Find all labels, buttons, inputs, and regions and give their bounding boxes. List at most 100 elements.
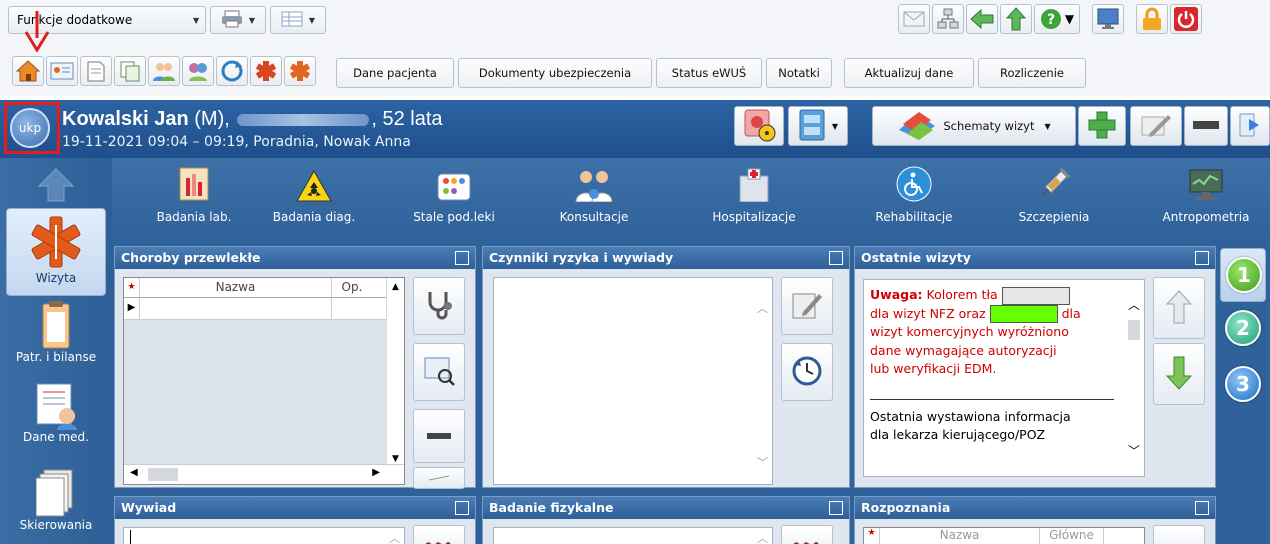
column-op[interactable]: Op. [332, 278, 372, 297]
chronic-diseases-table[interactable]: ★ Nazwa Op. ▶ ▲ ▼ ◀ ▶ [123, 277, 405, 485]
people-button[interactable] [148, 56, 180, 86]
table-row[interactable]: ▶ [124, 298, 404, 320]
help-button[interactable]: ? ▼ [1034, 4, 1080, 34]
page-1-tab[interactable]: 1 [1220, 248, 1266, 302]
nav-item-medical-data[interactable]: Dane med. [0, 382, 112, 456]
vertical-scrollbar[interactable]: ▲ ▼ [386, 278, 404, 466]
remove-disease-button[interactable] [413, 409, 465, 463]
tool-anthropometry[interactable]: Antropometria [1146, 164, 1266, 224]
maximize-icon[interactable] [455, 251, 469, 265]
maximize-icon[interactable] [1195, 251, 1209, 265]
screen-button[interactable] [1092, 4, 1124, 34]
medical-star-2-button[interactable] [284, 56, 316, 86]
visit-schemes-button[interactable]: Schematy wizyt ▼ [872, 106, 1076, 146]
monitor-icon [1146, 164, 1266, 202]
home-button[interactable] [12, 56, 44, 86]
table-cell[interactable] [332, 298, 372, 319]
monitor-icon [1097, 8, 1119, 30]
maximize-icon[interactable] [455, 501, 469, 515]
copy-button[interactable] [114, 56, 146, 86]
risk-factors-textarea[interactable]: ︿ ﹀ [493, 277, 773, 485]
nav-up-arrow-icon[interactable] [37, 168, 75, 205]
edit-disease-button[interactable] [413, 467, 465, 489]
scroll-up-icon[interactable]: ︿ [1128, 296, 1140, 315]
remove-button[interactable] [1184, 106, 1228, 146]
alert-button[interactable] [734, 106, 784, 146]
visit-down-button[interactable] [1153, 343, 1205, 405]
last-info-line-1[interactable]: Ostatnia wystawiona informacja [870, 408, 1126, 427]
ewus-status-button[interactable]: Status eWUŚ [656, 58, 762, 88]
scroll-up-icon[interactable]: ︿ [389, 530, 400, 544]
last-visits-list[interactable]: Uwaga: Kolorem tła dla wizyt NFZ oraz dl… [863, 279, 1145, 477]
layout-button[interactable]: ▼ [270, 6, 326, 34]
network-button[interactable] [932, 4, 964, 34]
next-button[interactable] [1230, 106, 1270, 146]
history-search-button[interactable] [413, 343, 465, 401]
stethoscope-button[interactable] [413, 277, 465, 335]
row-pointer-icon: ▶ [124, 298, 140, 319]
maximize-icon[interactable] [1195, 501, 1209, 515]
insurance-documents-button[interactable]: Dokumenty ubezpieczenia [458, 58, 652, 88]
highlight-box [4, 102, 60, 154]
interview-template-button[interactable] [413, 525, 465, 544]
tool-lab-tests[interactable]: Badania lab. [134, 164, 254, 224]
main-toolbar: Funkcje dodatkowe ▼ ▼ ▼ ? ▼ Dane pacjent… [0, 0, 1270, 96]
table-cell[interactable] [140, 298, 332, 319]
physical-exam-textarea[interactable]: ︿ [493, 527, 773, 544]
power-button[interactable] [1170, 4, 1202, 34]
scroll-down-icon[interactable]: ﹀ [757, 454, 768, 470]
maximize-icon[interactable] [829, 501, 843, 515]
mail-button[interactable] [898, 4, 930, 34]
physical-template-button[interactable] [781, 525, 833, 544]
column-name[interactable]: Nazwa [140, 278, 332, 297]
interview-textarea[interactable]: ︿ [123, 527, 405, 544]
column-name[interactable]: Nazwa [880, 528, 1040, 544]
last-info-line-2[interactable]: dla lekarza kierującego/POZ [870, 426, 1126, 445]
up-button[interactable] [1000, 4, 1032, 34]
print-button[interactable]: ▼ [210, 6, 266, 34]
update-data-button[interactable]: Aktualizuj dane [844, 58, 974, 88]
scroll-right-icon[interactable]: ▶ [372, 467, 380, 478]
page-2-button[interactable]: 2 [1225, 310, 1261, 346]
maximize-icon[interactable] [829, 251, 843, 265]
medical-star-button[interactable] [250, 56, 282, 86]
tool-permanent-meds[interactable]: Stale pod.leki [394, 164, 514, 224]
add-button[interactable] [1078, 106, 1126, 146]
settlement-button[interactable]: Rozliczenie [978, 58, 1086, 88]
notes-text-button[interactable]: Notatki [766, 58, 832, 88]
page-1-button[interactable]: 1 [1226, 257, 1262, 293]
patient-data-button[interactable]: Dane pacjenta [336, 58, 454, 88]
tool-consultations[interactable]: Konsultacje [534, 164, 654, 224]
risk-history-button[interactable] [781, 343, 833, 401]
lock-button[interactable] [1136, 4, 1168, 34]
column-main[interactable]: Główne [1040, 528, 1104, 544]
edit-button[interactable] [1130, 106, 1182, 146]
risk-edit-button[interactable] [781, 277, 833, 335]
refresh-button[interactable] [216, 56, 248, 86]
cabinet-button[interactable]: ▼ [788, 106, 848, 146]
page-3-button[interactable]: 3 [1225, 366, 1261, 402]
user-group-button[interactable] [182, 56, 214, 86]
tool-diagnostics[interactable]: Badania diag. [254, 164, 374, 224]
tool-vaccinations[interactable]: Szczepienia [994, 164, 1114, 224]
scroll-thumb[interactable] [148, 468, 178, 481]
scroll-left-icon[interactable]: ◀ [130, 467, 138, 478]
nav-item-referrals[interactable]: Skierowania [0, 468, 112, 544]
scroll-down-icon[interactable]: ﹀ [1128, 442, 1140, 461]
scroll-up-icon[interactable]: ︿ [757, 300, 768, 316]
nav-item-patronage[interactable]: Patr. i bilanse [0, 300, 112, 374]
back-button[interactable] [966, 4, 998, 34]
nav-item-visit[interactable]: Wizyta [6, 208, 106, 296]
scroll-up-icon[interactable]: ▲ [387, 282, 404, 292]
scroll-up-icon[interactable]: ︿ [757, 530, 768, 544]
tool-hospitalizations[interactable]: Hospitalizacje [694, 164, 814, 224]
scroll-thumb[interactable] [1128, 320, 1140, 340]
scroll-down-icon[interactable]: ▼ [387, 454, 404, 464]
notes-button[interactable] [80, 56, 112, 86]
horizontal-scrollbar[interactable]: ◀ ▶ [124, 464, 404, 484]
diagnoses-action-button[interactable] [1153, 525, 1205, 544]
card-button[interactable] [46, 56, 78, 86]
diagnoses-table[interactable]: ★ Nazwa Główne [863, 527, 1145, 544]
visit-up-button[interactable] [1153, 277, 1205, 339]
tool-rehabilitation[interactable]: Rehabilitacje [854, 164, 974, 224]
